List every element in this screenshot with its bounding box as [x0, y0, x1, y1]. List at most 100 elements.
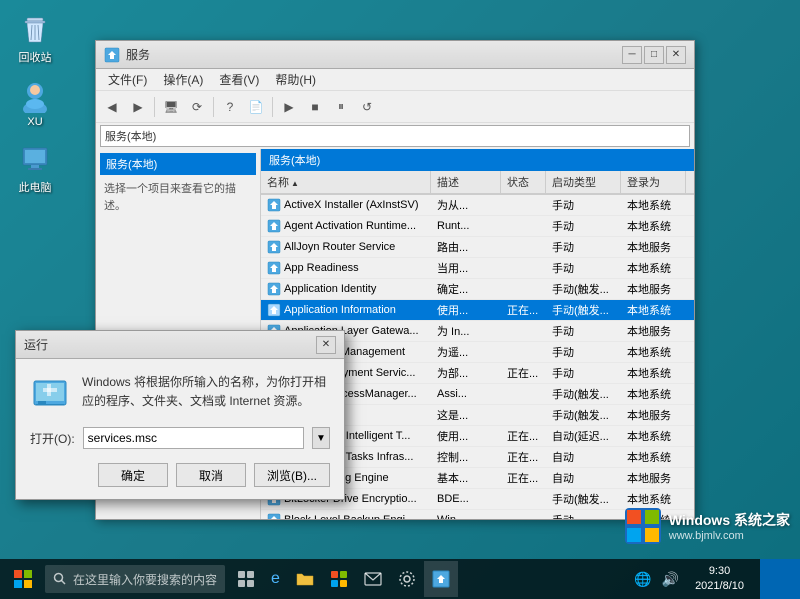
maximize-button[interactable]: □ [644, 46, 664, 64]
service-logon-cell: 本地服务 [621, 237, 686, 257]
service-desc-cell: 这是... [431, 405, 501, 425]
user-icon[interactable]: XU [5, 77, 65, 132]
recycle-bin-label: 回收站 [19, 49, 52, 65]
service-logon-cell: 本地系统 [621, 447, 686, 467]
service-startup-cell: 手动 [546, 342, 621, 362]
close-button[interactable]: ✕ [666, 46, 686, 64]
table-row[interactable]: App Readiness当用...手动本地系统 [261, 258, 694, 279]
search-icon [53, 572, 67, 586]
taskbar: 在这里输入你要搜索的内容 e [0, 559, 800, 599]
table-header: 名称▲ 描述 状态 启动类型 登录为 [261, 171, 694, 195]
show-desktop-button[interactable] [760, 559, 800, 599]
settings-button[interactable] [390, 561, 424, 597]
pause-button[interactable]: ⏸ [329, 95, 353, 119]
service-startup-cell: 手动(触发... [546, 384, 621, 404]
window-controls: ─ □ ✕ [622, 46, 686, 64]
service-icon [267, 240, 281, 254]
tray-network[interactable]: 🌐 [632, 569, 653, 590]
clock-date: 2021/8/10 [695, 579, 744, 594]
table-row[interactable]: Application Identity确定...手动(触发...本地服务 [261, 279, 694, 300]
service-startup-cell: 手动 [546, 363, 621, 383]
service-name-cell: Application Information [261, 301, 431, 319]
table-row[interactable]: Application Information使用...正在...手动(触发..… [261, 300, 694, 321]
start-button[interactable] [0, 559, 45, 599]
left-panel-description: 选择一个项目来查看它的描述。 [100, 175, 256, 220]
service-startup-cell: 手动 [546, 237, 621, 257]
taskbar-search[interactable]: 在这里输入你要搜索的内容 [45, 565, 225, 593]
service-startup-cell: 自动 [546, 468, 621, 488]
stop-button[interactable]: ■ [303, 95, 327, 119]
address-text: 服务(本地) [105, 128, 685, 144]
watermark-text-container: Windows 系统之家 www.bjmlv.com [669, 510, 790, 542]
menu-action[interactable]: 操作(A) [155, 69, 211, 90]
refresh-button[interactable]: ⟳ [185, 95, 209, 119]
service-name-cell: AllJoyn Router Service [261, 238, 431, 256]
computer-icon[interactable]: 此电脑 [5, 140, 65, 199]
edge-button[interactable]: e [263, 561, 288, 597]
service-status-cell: 正在... [501, 363, 546, 383]
tray-volume[interactable]: 🔊 [660, 569, 681, 590]
watermark: Windows 系统之家 www.bjmlv.com [625, 508, 790, 544]
help-icon-btn[interactable]: ? [218, 95, 242, 119]
minimize-button[interactable]: ─ [622, 46, 642, 64]
header-desc[interactable]: 描述 [431, 171, 501, 193]
service-startup-cell: 手动 [546, 321, 621, 341]
run-ok-button[interactable]: 确定 [98, 463, 168, 487]
header-name[interactable]: 名称▲ [261, 171, 431, 193]
back-button[interactable]: ◀ [100, 95, 124, 119]
clock-time: 9:30 [695, 564, 744, 579]
taskbar-search-placeholder: 在这里输入你要搜索的内容 [73, 571, 217, 588]
taskbar-items: e [225, 561, 624, 597]
service-name-cell: App Readiness [261, 259, 431, 277]
up-button[interactable]: 🖥 [159, 95, 183, 119]
menu-view[interactable]: 查看(V) [211, 69, 267, 90]
service-desc-cell: 使用... [431, 426, 501, 446]
run-dialog-buttons: 确定 取消 浏览(B)... [16, 457, 344, 499]
service-name-cell: Application Identity [261, 280, 431, 298]
header-startup[interactable]: 启动类型 [546, 171, 621, 193]
run-browse-button[interactable]: 浏览(B)... [254, 463, 330, 487]
run-dialog-close[interactable]: ✕ [316, 336, 336, 354]
header-logon[interactable]: 登录为 [621, 171, 686, 193]
service-name-text: ActiveX Installer (AxInstSV) [284, 199, 419, 211]
address-bar: 服务(本地) [100, 125, 690, 147]
recycle-bin-icon[interactable]: 回收站 [5, 10, 65, 69]
table-row[interactable]: Agent Activation Runtime...Runt...手动本地系统 [261, 216, 694, 237]
left-panel-header[interactable]: 服务(本地) [100, 153, 256, 175]
run-dialog-dropdown[interactable]: ▼ [312, 427, 330, 449]
service-startup-cell: 手动(触发... [546, 489, 621, 509]
service-name-text: Application Identity [284, 283, 376, 295]
menu-file[interactable]: 文件(F) [100, 69, 155, 90]
service-desc-cell: 控制... [431, 447, 501, 467]
run-dialog-input[interactable] [83, 427, 304, 449]
services-taskbar-btn[interactable] [424, 561, 458, 597]
service-icon [267, 261, 281, 275]
service-desc-cell: Assi... [431, 386, 501, 402]
service-status-cell [501, 266, 546, 270]
run-dialog-title: 运行 [24, 336, 316, 353]
store-button[interactable] [322, 561, 356, 597]
service-logon-cell: 本地系统 [621, 258, 686, 278]
service-icon [267, 513, 281, 519]
service-status-cell [501, 497, 546, 501]
service-logon-cell: 本地系统 [621, 384, 686, 404]
run-dialog-text: Windows 将根据你所输入的名称，为你打开相应的程序、文件夹、文档或 Int… [82, 373, 330, 411]
service-startup-cell: 自动 [546, 447, 621, 467]
service-logon-cell: 本地系统 [621, 195, 686, 215]
header-status[interactable]: 状态 [501, 171, 546, 193]
restart-button[interactable]: ↺ [355, 95, 379, 119]
export-button[interactable]: 📄 [244, 95, 268, 119]
service-name-text: Block Level Backup Engi... [284, 514, 414, 519]
table-row[interactable]: AllJoyn Router Service路由...手动本地服务 [261, 237, 694, 258]
folder-button[interactable] [288, 561, 322, 597]
play-button[interactable]: ▶ [277, 95, 301, 119]
forward-button[interactable]: ▶ [126, 95, 150, 119]
run-cancel-button[interactable]: 取消 [176, 463, 246, 487]
taskbar-clock[interactable]: 9:30 2021/8/10 [687, 564, 752, 595]
service-status-cell [501, 350, 546, 354]
task-view-button[interactable] [229, 561, 263, 597]
table-row[interactable]: ActiveX Installer (AxInstSV)为从...手动本地系统 [261, 195, 694, 216]
service-startup-cell: 手动 [546, 258, 621, 278]
menu-help[interactable]: 帮助(H) [267, 69, 324, 90]
mail-button[interactable] [356, 561, 390, 597]
